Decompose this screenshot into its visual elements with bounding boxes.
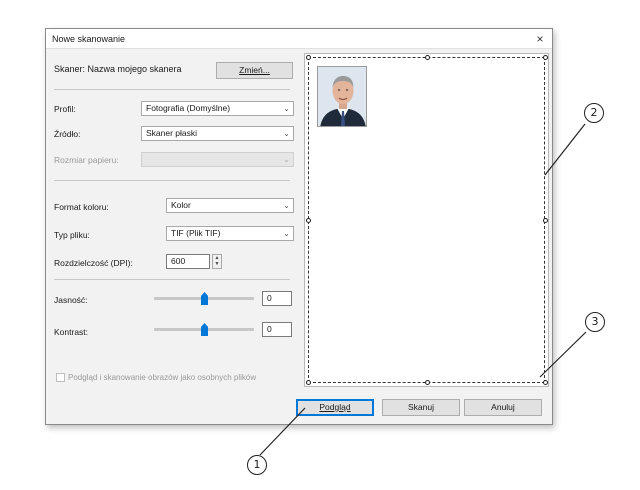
callout-lines xyxy=(259,123,587,456)
callout-1: 1 xyxy=(247,455,267,475)
callout-2: 2 xyxy=(584,103,604,123)
callout-3: 3 xyxy=(585,312,605,332)
